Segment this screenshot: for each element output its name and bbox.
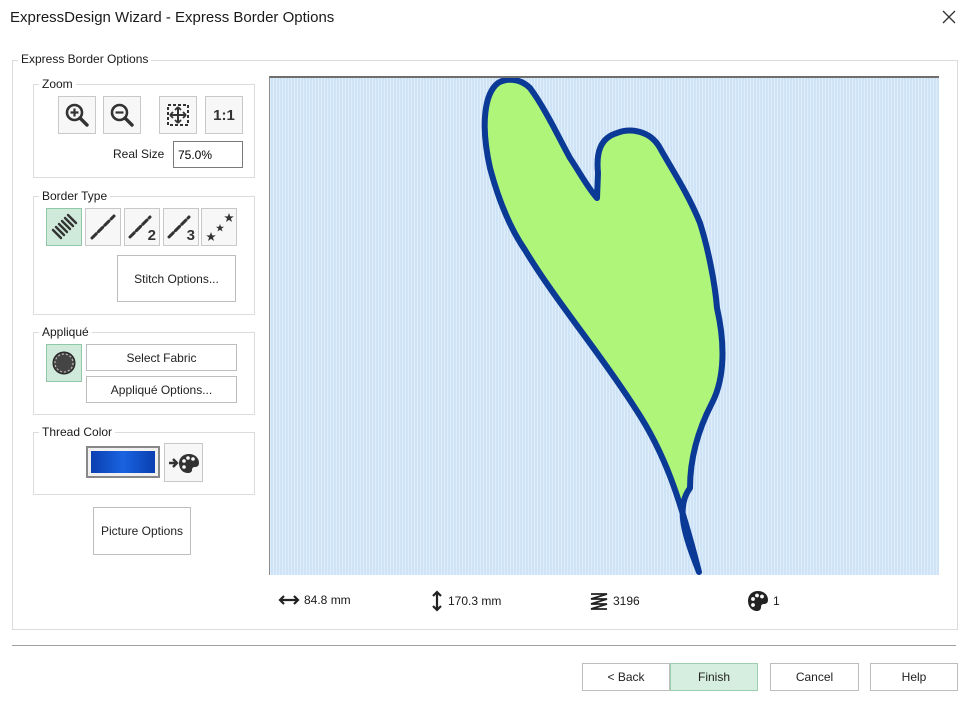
design-height-value: 170.3 mm: [448, 594, 502, 608]
real-size-input[interactable]: [173, 141, 243, 168]
thread-palette-button[interactable]: [164, 443, 203, 482]
applique-toggle-button[interactable]: [46, 344, 82, 382]
color-count-stat: 1: [747, 590, 780, 612]
height-arrow-icon: [432, 590, 442, 612]
real-size-label: Real Size: [113, 147, 165, 161]
satin-border-button[interactable]: [46, 208, 82, 246]
close-icon: [942, 10, 956, 24]
select-fabric-button[interactable]: Select Fabric: [86, 344, 237, 371]
stitch-options-button[interactable]: Stitch Options...: [117, 255, 236, 302]
triple-stitch-number: 3: [186, 227, 195, 244]
fit-to-window-button[interactable]: [159, 96, 197, 134]
motif-border-button[interactable]: [201, 208, 237, 246]
window-title: ExpressDesign Wizard - Express Border Op…: [10, 9, 335, 26]
border-type-legend: Border Type: [39, 189, 111, 203]
zoom-in-icon: [65, 103, 89, 127]
color-count-value: 1: [773, 594, 780, 608]
width-arrow-icon: [278, 595, 300, 605]
applique-options-button[interactable]: Appliqué Options...: [86, 376, 237, 403]
satin-border-icon: [51, 213, 78, 240]
applique-icon: [52, 351, 76, 375]
help-button[interactable]: Help: [870, 663, 958, 691]
actual-size-button[interactable]: 1:1: [205, 96, 243, 134]
stitch-count-icon: [590, 593, 608, 610]
thread-color-swatch[interactable]: [86, 446, 160, 478]
footer-divider: [12, 645, 956, 646]
heart-shape: [481, 78, 726, 575]
panel-title: Express Border Options: [18, 52, 152, 66]
zoom-legend: Zoom: [39, 77, 76, 91]
stitch-count-stat: 3196: [589, 591, 640, 611]
double-stitch-button[interactable]: 2: [124, 208, 160, 246]
thread-color-legend: Thread Color: [39, 425, 116, 439]
running-stitch-icon: [90, 214, 116, 240]
back-button[interactable]: < Back: [582, 663, 670, 691]
running-stitch-button[interactable]: [85, 208, 121, 246]
heart-design: [481, 78, 726, 575]
fit-to-window-icon: [167, 104, 189, 126]
triple-stitch-button[interactable]: 3: [163, 208, 199, 246]
design-height-stat: 170.3 mm: [430, 590, 501, 612]
design-width-value: 84.8 mm: [304, 593, 351, 607]
palette-icon: [748, 591, 768, 611]
zoom-out-icon: [110, 103, 134, 127]
close-button[interactable]: [936, 4, 962, 30]
finish-button[interactable]: Finish: [670, 663, 758, 691]
zoom-out-button[interactable]: [103, 96, 141, 134]
actual-size-label: 1:1: [213, 106, 235, 124]
stitch-count-value: 3196: [613, 594, 640, 608]
double-stitch-number: 2: [147, 227, 156, 244]
picture-options-button[interactable]: Picture Options: [93, 507, 191, 555]
applique-legend: Appliqué: [39, 325, 92, 339]
stars-motif-icon: [206, 213, 234, 241]
zoom-in-button[interactable]: [58, 96, 96, 134]
design-width-stat: 84.8 mm: [278, 593, 351, 607]
apply-palette-icon: [168, 453, 199, 473]
design-preview[interactable]: [269, 76, 939, 575]
thread-color-fill: [91, 451, 155, 473]
cancel-button[interactable]: Cancel: [770, 663, 859, 691]
